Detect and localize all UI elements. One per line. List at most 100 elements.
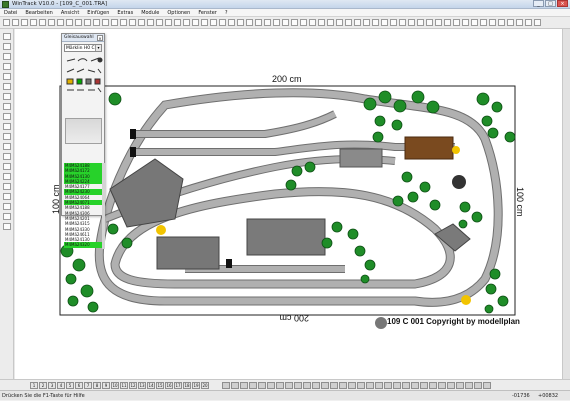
layer-button[interactable] (429, 382, 437, 389)
toolbar-tool-button[interactable] (210, 19, 217, 26)
toolbar-tool-button[interactable] (84, 19, 91, 26)
layer-button[interactable] (330, 382, 338, 389)
toolbar-tool-button[interactable] (48, 19, 55, 26)
page-tab[interactable]: 7 (84, 382, 92, 389)
toolbar-tool-button[interactable] (417, 19, 424, 26)
toolbar-tool-button[interactable] (174, 19, 181, 26)
track-list-scrollbar[interactable] (102, 163, 105, 249)
toolbar-tool-button[interactable] (426, 19, 433, 26)
panel-close-icon[interactable]: × (97, 35, 103, 41)
toolbar-tool-button[interactable] (480, 19, 487, 26)
toolbar-tool-button[interactable] (300, 19, 307, 26)
menu-optionen[interactable]: Optionen (163, 9, 194, 16)
draw-tool-button[interactable] (3, 123, 11, 130)
toolbar-tool-button[interactable] (93, 19, 100, 26)
toolbar-tool-button[interactable] (462, 19, 469, 26)
draw-tool-button[interactable] (3, 163, 11, 170)
toolbar-tool-button[interactable] (408, 19, 415, 26)
page-tab[interactable]: 12 (129, 382, 137, 389)
toolbar-tool-button[interactable] (318, 19, 325, 26)
draw-tool-button[interactable] (3, 43, 11, 50)
toolbar-tool-button[interactable] (507, 19, 514, 26)
toolbar-tool-button[interactable] (489, 19, 496, 26)
draw-tool-button[interactable] (3, 213, 11, 220)
toolbar-tool-button[interactable] (336, 19, 343, 26)
layer-button[interactable] (222, 382, 230, 389)
layer-button[interactable] (375, 382, 383, 389)
toolbar-tool-button[interactable] (327, 19, 334, 26)
toolbar-tool-button[interactable] (516, 19, 523, 26)
draw-tool-button[interactable] (3, 63, 11, 70)
menu-module[interactable]: Module (137, 9, 163, 16)
toolbar-tool-button[interactable] (471, 19, 478, 26)
toolbar-tool-button[interactable] (120, 19, 127, 26)
track-system-select[interactable]: Märklin H0 C-Gl ▾ (64, 44, 102, 52)
layer-button[interactable] (366, 382, 374, 389)
page-tab[interactable]: 5 (66, 382, 74, 389)
draw-tool-button[interactable] (3, 223, 11, 230)
layer-button[interactable] (258, 382, 266, 389)
toolbar-tool-button[interactable] (57, 19, 64, 26)
draw-tool-button[interactable] (3, 103, 11, 110)
toolbar-tool-button[interactable] (435, 19, 442, 26)
layer-button[interactable] (339, 382, 347, 389)
track-item[interactable]: M4Mä24320 (64, 242, 102, 248)
toolbar-tool-button[interactable] (354, 19, 361, 26)
page-tab[interactable]: 20 (201, 382, 209, 389)
minimize-button[interactable]: _ (533, 0, 544, 7)
draw-tool-button[interactable] (3, 183, 11, 190)
toolbar-tool-button[interactable] (111, 19, 118, 26)
toolbar-tool-button[interactable] (381, 19, 388, 26)
chevron-down-icon[interactable]: ▾ (95, 45, 101, 51)
page-tab[interactable]: 19 (192, 382, 200, 389)
toolbar-tool-button[interactable] (75, 19, 82, 26)
toolbar-tool-button[interactable] (3, 19, 10, 26)
toolbar-tool-button[interactable] (498, 19, 505, 26)
layer-button[interactable] (465, 382, 473, 389)
toolbar-tool-button[interactable] (246, 19, 253, 26)
draw-tool-button[interactable] (3, 203, 11, 210)
menu-help[interactable]: ? (221, 9, 232, 16)
page-tab[interactable]: 2 (39, 382, 47, 389)
draw-tool-button[interactable] (3, 83, 11, 90)
layer-button[interactable] (447, 382, 455, 389)
page-tab[interactable]: 14 (147, 382, 155, 389)
toolbar-tool-button[interactable] (525, 19, 532, 26)
toolbar-tool-button[interactable] (30, 19, 37, 26)
layer-button[interactable] (384, 382, 392, 389)
toolbar-tool-button[interactable] (165, 19, 172, 26)
toolbar-tool-button[interactable] (219, 19, 226, 26)
draw-tool-button[interactable] (3, 173, 11, 180)
layer-button[interactable] (231, 382, 239, 389)
layer-button[interactable] (411, 382, 419, 389)
toolbar-tool-button[interactable] (228, 19, 235, 26)
toolbar-tool-button[interactable] (156, 19, 163, 26)
layer-button[interactable] (402, 382, 410, 389)
toolbar-tool-button[interactable] (390, 19, 397, 26)
toolbar-tool-button[interactable] (309, 19, 316, 26)
page-tab[interactable]: 6 (75, 382, 83, 389)
vertical-scrollbar[interactable] (562, 29, 570, 380)
draw-tool-button[interactable] (3, 33, 11, 40)
page-tab[interactable]: 1 (30, 382, 38, 389)
layer-button[interactable] (483, 382, 491, 389)
draw-tool-button[interactable] (3, 153, 11, 160)
maximize-button[interactable]: □ (545, 0, 556, 7)
layer-button[interactable] (321, 382, 329, 389)
page-tab[interactable]: 13 (138, 382, 146, 389)
layer-button[interactable] (456, 382, 464, 389)
layer-button[interactable] (474, 382, 482, 389)
draw-tool-button[interactable] (3, 193, 11, 200)
draw-tool-button[interactable] (3, 53, 11, 60)
toolbar-tool-button[interactable] (291, 19, 298, 26)
menu-ansicht[interactable]: Ansicht (57, 9, 83, 16)
page-tab[interactable]: 16 (165, 382, 173, 389)
layer-button[interactable] (240, 382, 248, 389)
menu-bearbeiten[interactable]: Bearbeiten (21, 9, 56, 16)
menu-datei[interactable]: Datei (0, 9, 21, 16)
draw-tool-button[interactable] (3, 143, 11, 150)
toolbar-tool-button[interactable] (102, 19, 109, 26)
page-tab[interactable]: 3 (48, 382, 56, 389)
page-tab[interactable]: 15 (156, 382, 164, 389)
toolbar-tool-button[interactable] (192, 19, 199, 26)
